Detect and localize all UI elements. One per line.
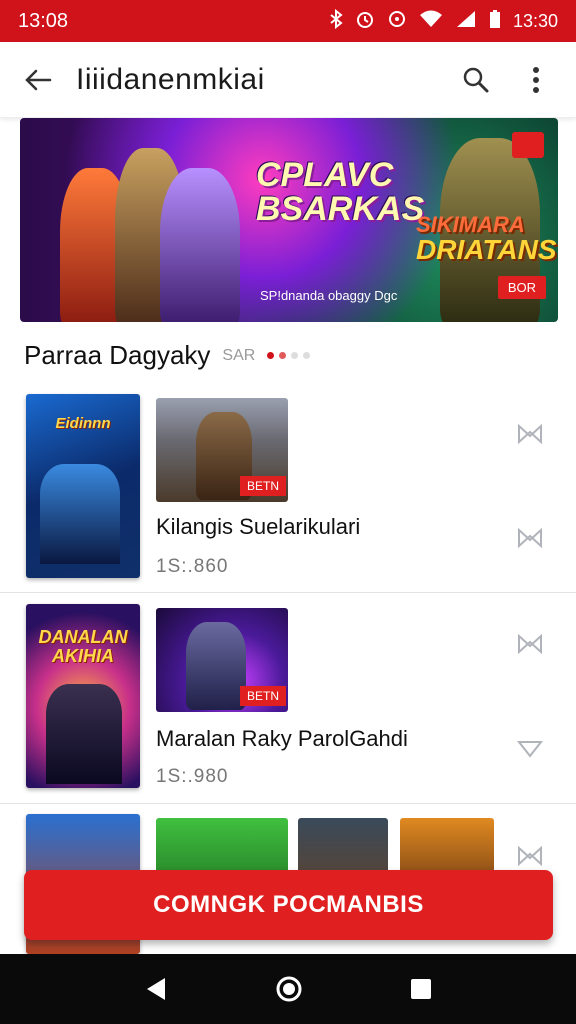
banner-right-title: SIKIMARA DRIATANS (416, 212, 557, 265)
poster-hero (46, 684, 122, 784)
section-header: Parraa Dagyaky SAR (24, 340, 311, 371)
banner-title: CPLAVC BSARKAS (256, 156, 425, 228)
banner-hero-3 (160, 168, 240, 322)
row-title[interactable]: Maralan Raky ParolGahdi (156, 726, 408, 752)
nav-home-icon[interactable] (274, 974, 304, 1004)
pager-dots (267, 352, 311, 359)
featured-banner[interactable]: CPLAVC BSARKAS SP!dnanda obaggy Dgc SIKI… (20, 118, 558, 322)
game-thumbnail[interactable]: BETN (156, 608, 288, 712)
search-icon (463, 67, 489, 92)
nav-back-icon[interactable] (143, 975, 169, 1003)
row-meta: 1S:.980 (156, 766, 229, 787)
wifi-icon (419, 9, 443, 34)
primary-cta-button[interactable]: COMNGK POCMANBIS (24, 870, 553, 940)
status-icons: 13:30 (329, 8, 558, 34)
bookmark-icon[interactable] (516, 420, 544, 448)
more-options-button[interactable] (514, 58, 558, 102)
share-icon[interactable] (516, 734, 544, 762)
thumb-hero (186, 622, 246, 710)
thumbnail-tag: BETN (239, 476, 286, 496)
battery-icon (489, 9, 501, 34)
back-button[interactable] (0, 42, 76, 118)
signal-icon (455, 9, 477, 34)
list-item[interactable]: Eidinnn BETN Kilangis Suelarikulari 1S:.… (0, 388, 576, 593)
banner-badge-icon (512, 132, 544, 158)
pager-dot[interactable] (267, 352, 275, 359)
pager-dot[interactable] (291, 352, 299, 359)
system-nav-bar (0, 954, 576, 1024)
list-item[interactable]: DANALAN AKIHIA BETN Maralan Raky ParolGa… (0, 598, 576, 804)
section-title: Parraa Dagyaky (24, 340, 211, 370)
alarm-icon (355, 9, 375, 34)
app-bar: Iiiidanenmkiai (0, 42, 576, 118)
status-bar: 13:08 13:30 (0, 0, 576, 42)
pager-dot[interactable] (279, 352, 287, 359)
banner-subtitle: SP!dnanda obaggy Dgc (260, 288, 398, 303)
row-title[interactable]: Kilangis Suelarikulari (156, 514, 360, 540)
thumbnail-tag: BETN (239, 686, 286, 706)
data-saver-icon (387, 9, 407, 34)
section-count: SAR (222, 346, 256, 364)
status-time-right: 13:30 (512, 10, 558, 31)
bookmark-icon[interactable] (516, 630, 544, 658)
bluetooth-icon (329, 8, 343, 34)
nav-recents-icon[interactable] (409, 977, 433, 1001)
bookmark-icon[interactable] (516, 842, 544, 870)
more-vert-icon (533, 66, 539, 93)
game-poster[interactable]: Eidinnn (26, 394, 140, 578)
pager-dot[interactable] (303, 352, 311, 359)
status-time-left: 13:08 (18, 9, 69, 32)
row-meta: 1S:.860 (156, 556, 229, 577)
game-poster[interactable]: DANALAN AKIHIA (26, 604, 140, 788)
banner-tag[interactable]: BOR (497, 276, 546, 299)
bookmark-icon[interactable] (516, 524, 544, 552)
search-button[interactable] (454, 58, 498, 102)
game-thumbnail[interactable]: BETN (156, 398, 288, 502)
arrow-back-icon (25, 69, 52, 90)
page-title: Iiiidanenmkiai (76, 62, 265, 96)
poster-hero (40, 464, 120, 564)
